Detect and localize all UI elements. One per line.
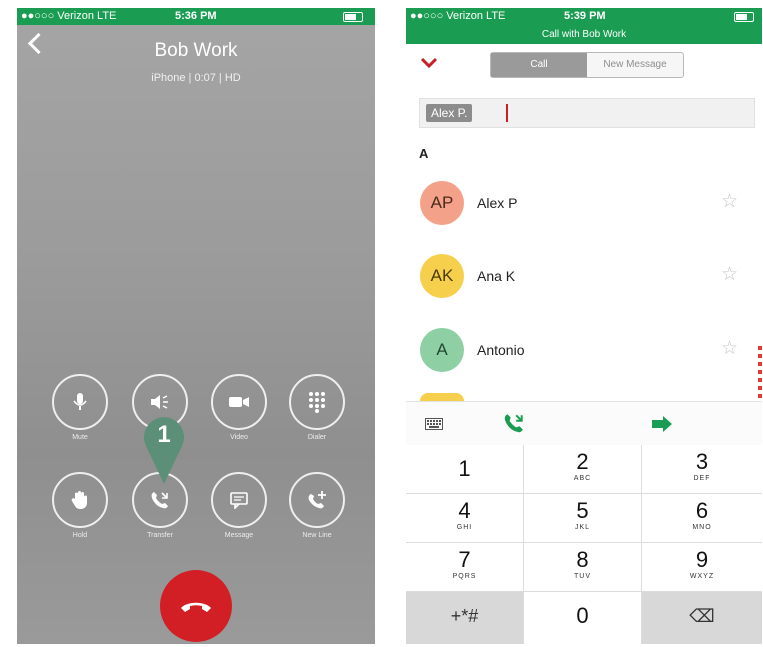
hold-button[interactable]: [52, 472, 108, 528]
collapse-chevron-icon[interactable]: [420, 57, 438, 69]
carrier-text: ●●○○○ Verizon LTE: [410, 10, 506, 22]
message-icon: [230, 492, 248, 509]
transfer-label: Transfer: [147, 532, 173, 539]
transfer-call-icon[interactable]: [503, 412, 525, 434]
marker-number: 1: [157, 421, 170, 448]
status-bar: ●●○○○ Verizon LTE 5:36 PM: [17, 8, 375, 25]
key-1[interactable]: 1: [406, 445, 524, 494]
call-info: iPhone | 0:07 | HD: [151, 72, 241, 84]
arrow-right-icon[interactable]: [651, 416, 673, 432]
avatar: AK: [420, 254, 464, 298]
keypad: 1 2 ABC 3 DEF 4 GHI 5 JKL 6 MNO 7 PQRS 8 TUV 9W…: [406, 445, 762, 644]
key-4[interactable]: 4 GHI: [406, 494, 524, 543]
backspace-icon: ⌫: [689, 606, 715, 626]
dial-toolbar: [406, 401, 762, 446]
star-icon[interactable]: ☆: [721, 263, 738, 286]
status-bar: ●●○○○ Verizon LTE 5:39 PM Call with Bob …: [406, 8, 762, 44]
scroll-index-indicator: [758, 346, 762, 404]
call-banner[interactable]: Call with Bob Work: [406, 29, 762, 40]
contact-row[interactable]: A Antonio ☆: [406, 311, 762, 385]
carrier-text: ●●○○○ Verizon LTE: [21, 10, 117, 22]
video-button[interactable]: [211, 374, 267, 430]
message-button[interactable]: [211, 472, 267, 528]
contact-row[interactable]: AK Ana K ☆: [406, 237, 762, 311]
speaker-icon: [151, 395, 168, 409]
in-call-screen: ●●○○○ Verizon LTE 5:36 PM Bob Work iPhon…: [17, 8, 375, 644]
hold-label: Hold: [72, 532, 88, 539]
key-2[interactable]: 2 ABC: [524, 445, 642, 494]
message-label: Message: [224, 532, 254, 539]
contact-name: Alex P: [477, 195, 518, 211]
caller-name: Bob Work: [154, 40, 238, 61]
key-8[interactable]: 8 TUV: [524, 543, 642, 592]
battery-icon: [734, 12, 754, 22]
backspace-button[interactable]: ⌫: [642, 592, 762, 644]
key-3[interactable]: 3 DEF: [642, 445, 762, 494]
add-call-icon: [308, 491, 326, 509]
contact-name: Antonio: [477, 342, 525, 358]
dialpad-icon: [309, 392, 325, 413]
contact-name: Ana K: [477, 268, 516, 284]
star-icon[interactable]: ☆: [721, 190, 738, 213]
avatar: [420, 393, 464, 401]
key-9[interactable]: 9 WXYZ: [642, 543, 762, 592]
dialer-button[interactable]: [289, 374, 345, 430]
battery-icon: [343, 12, 363, 22]
key-6[interactable]: 6 MNO: [642, 494, 762, 543]
key-5[interactable]: 5 JKL: [524, 494, 642, 543]
recipient-field[interactable]: Alex P.: [419, 98, 755, 128]
hang-up-button[interactable]: [160, 570, 232, 642]
key-7[interactable]: 7 PQRS: [406, 543, 524, 592]
video-label: Video: [230, 434, 248, 441]
new-line-label: New Line: [302, 532, 332, 539]
section-header: A: [419, 146, 429, 161]
recipient-chip[interactable]: Alex P.: [426, 104, 473, 122]
status-time: 5:36 PM: [175, 10, 217, 22]
avatar: A: [420, 328, 464, 372]
key-symbols[interactable]: +*#: [406, 592, 524, 644]
avatar: AP: [420, 181, 464, 225]
dialer-label: Dialer: [307, 434, 327, 441]
key-0[interactable]: 0: [524, 592, 642, 644]
call-tab[interactable]: Call: [491, 53, 587, 77]
mute-button[interactable]: [52, 374, 108, 430]
contact-row[interactable]: AP Alex P ☆: [406, 164, 762, 238]
new-line-button[interactable]: [289, 472, 345, 528]
new-message-tab[interactable]: New Message: [587, 53, 683, 77]
transfer-screen: ●●○○○ Verizon LTE 5:39 PM Call with Bob …: [406, 8, 762, 644]
mic-icon: [73, 393, 87, 410]
transfer-icon: [151, 492, 168, 509]
status-time: 5:39 PM: [564, 10, 606, 22]
star-icon[interactable]: ☆: [721, 337, 738, 360]
mode-segmented-control: Call New Message: [490, 52, 684, 78]
mute-label: Mute: [72, 434, 88, 441]
hang-up-icon: [181, 602, 211, 612]
text-cursor: [506, 104, 508, 122]
hand-icon: [71, 491, 87, 509]
step-marker-1: 1: [144, 417, 184, 484]
keyboard-icon[interactable]: [425, 418, 443, 430]
video-icon: [229, 397, 249, 407]
